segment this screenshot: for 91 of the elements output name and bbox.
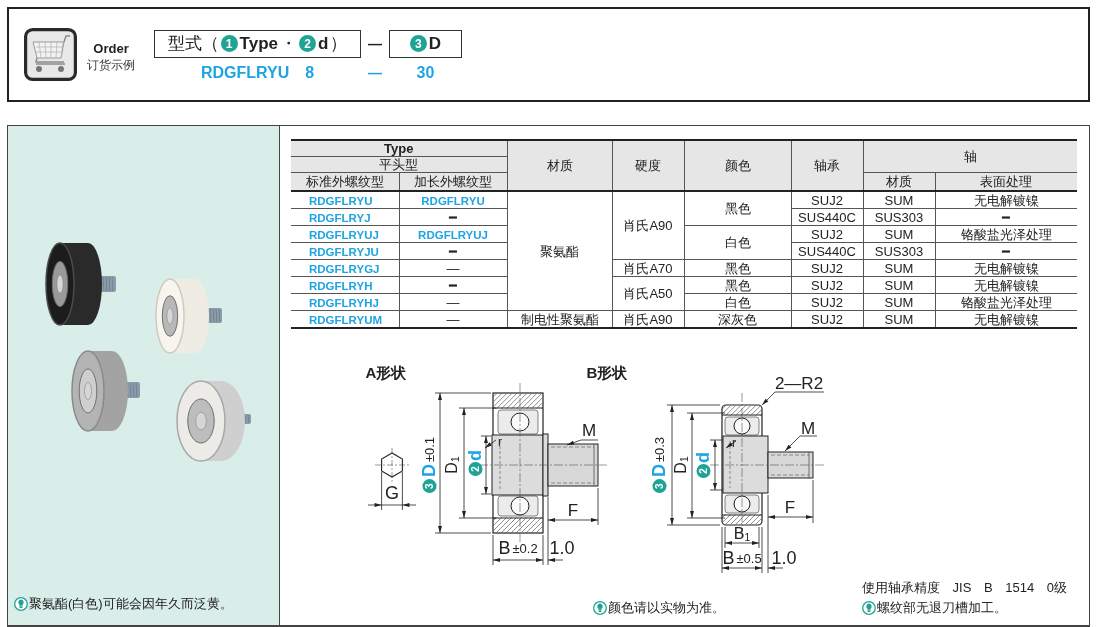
- table-cell: 无电解镀镍: [935, 259, 1077, 277]
- table-cell: 肖氏A50: [612, 276, 684, 311]
- dimension-label: M: [800, 419, 816, 437]
- tolerance-label: ±0.5: [736, 551, 762, 565]
- dimension-label: 1.0: [549, 539, 575, 557]
- order-title: Order: [93, 41, 129, 56]
- table-cell: SUM: [863, 225, 935, 243]
- dimension-symbol: d: [692, 452, 714, 463]
- example-size-value: 30: [416, 63, 435, 82]
- table-cell: SUS303: [863, 242, 935, 260]
- number-badge: 3: [652, 479, 666, 494]
- dimension-label: 1.0: [771, 549, 797, 567]
- format-label: 型式（: [167, 33, 219, 55]
- table-cell: SUJ2: [791, 293, 863, 311]
- table-cell: SUS440C: [791, 242, 863, 260]
- table-cell: SUJ2: [791, 191, 863, 209]
- column-header: Type: [291, 140, 507, 157]
- note-text: 聚氨酯(白色)可能会因年久而泛黄。: [29, 595, 233, 613]
- dimension-label: B$_{1}$: [733, 526, 751, 542]
- separator-dash: —: [368, 64, 382, 81]
- dimension-label: G: [385, 484, 399, 502]
- threaded-stud-drawing: [547, 443, 599, 487]
- tolerance-label: ±0.1: [422, 436, 436, 463]
- format-label: d: [318, 33, 329, 54]
- dimension-symbol: D: [418, 464, 440, 478]
- table-cell: 无电解镀镍: [935, 191, 1077, 209]
- number-badge: 3: [409, 35, 427, 52]
- note-text: 颜色请以实物为准。: [608, 599, 725, 617]
- dimension-label: F: [567, 501, 579, 519]
- table-cell: SUM: [863, 293, 935, 311]
- table-cell: SUM: [863, 191, 935, 209]
- number-badge: 3: [422, 479, 436, 494]
- separator-dash: —: [368, 35, 382, 52]
- example-bore-value: 8: [305, 63, 315, 82]
- leader-line: [566, 439, 599, 446]
- number-badge: 2: [468, 462, 482, 476]
- column-header: 硬度: [612, 140, 684, 191]
- note-text: 螺纹部无退刀槽加工。: [877, 599, 1007, 617]
- dimension-label: B: [498, 539, 511, 557]
- table-cell: 黑色: [684, 191, 791, 226]
- leader-line: [725, 440, 737, 449]
- table-cell: SUS303: [863, 208, 935, 226]
- column-header: 轴: [863, 140, 1077, 173]
- table-cell: SUJ2: [791, 276, 863, 294]
- tolerance-label: ±0.2: [512, 541, 538, 555]
- column-header: 轴承: [791, 140, 863, 191]
- dimension-label: F: [784, 498, 796, 516]
- table-cell: SUJ2: [791, 225, 863, 243]
- table-cell: 白色: [684, 225, 791, 260]
- column-header: 材质: [507, 140, 612, 191]
- table-cell: 白色: [684, 293, 791, 311]
- radius-label: 2—R2: [774, 374, 824, 392]
- table-cell: SUS440C: [791, 208, 863, 226]
- table-cell: 铬酸盐光泽处理: [935, 293, 1077, 311]
- table-cell: 肖氏A70: [612, 259, 684, 277]
- corner-label: r: [732, 437, 736, 449]
- dimension-label: M: [581, 421, 597, 439]
- table-cell: 黑色: [684, 259, 791, 277]
- format-label: ・: [280, 33, 297, 55]
- leader-line: [761, 391, 825, 406]
- order-subtitle: 订货示例: [87, 57, 135, 74]
- dimension-symbol: D: [648, 464, 670, 478]
- table-cell: 无电解镀镍: [935, 276, 1077, 294]
- dimension-symbol: d: [464, 450, 486, 461]
- leader-line: [784, 435, 818, 452]
- example-model-code: RDGFLRYU: [200, 63, 290, 82]
- dimension-label: B: [722, 549, 735, 567]
- corner-label: r: [498, 436, 502, 448]
- table-cell: SUM: [863, 276, 935, 294]
- shopping-cart-icon: [24, 28, 77, 81]
- number-badge: 2: [696, 464, 710, 478]
- table-cell: SUM: [863, 259, 935, 277]
- format-label: ）: [330, 33, 348, 55]
- table-cell: 铬酸盐光泽处理: [935, 225, 1077, 243]
- dimension-line: [367, 471, 417, 511]
- format-label: Type: [239, 33, 278, 54]
- leader-line: [484, 439, 497, 449]
- table-cell: SUJ2: [791, 259, 863, 277]
- table-cell: 聚氨酯: [507, 191, 612, 311]
- table-cell: 肖氏A90: [612, 191, 684, 260]
- hex-end-view-drawing: [374, 447, 410, 483]
- shape-title: A形状: [365, 363, 407, 383]
- number-badge: 1: [220, 35, 238, 52]
- number-badge: 2: [299, 35, 316, 52]
- column-header: 颜色: [684, 140, 791, 191]
- note-text: 使用轴承精度 JIS B 1514 0级: [862, 579, 1068, 597]
- tolerance-label: ±0.3: [652, 436, 666, 463]
- threaded-stud-drawing: [767, 451, 814, 479]
- table-cell: 黑色: [684, 276, 791, 294]
- format-label: D: [428, 33, 442, 54]
- shape-title: B形状: [586, 363, 628, 383]
